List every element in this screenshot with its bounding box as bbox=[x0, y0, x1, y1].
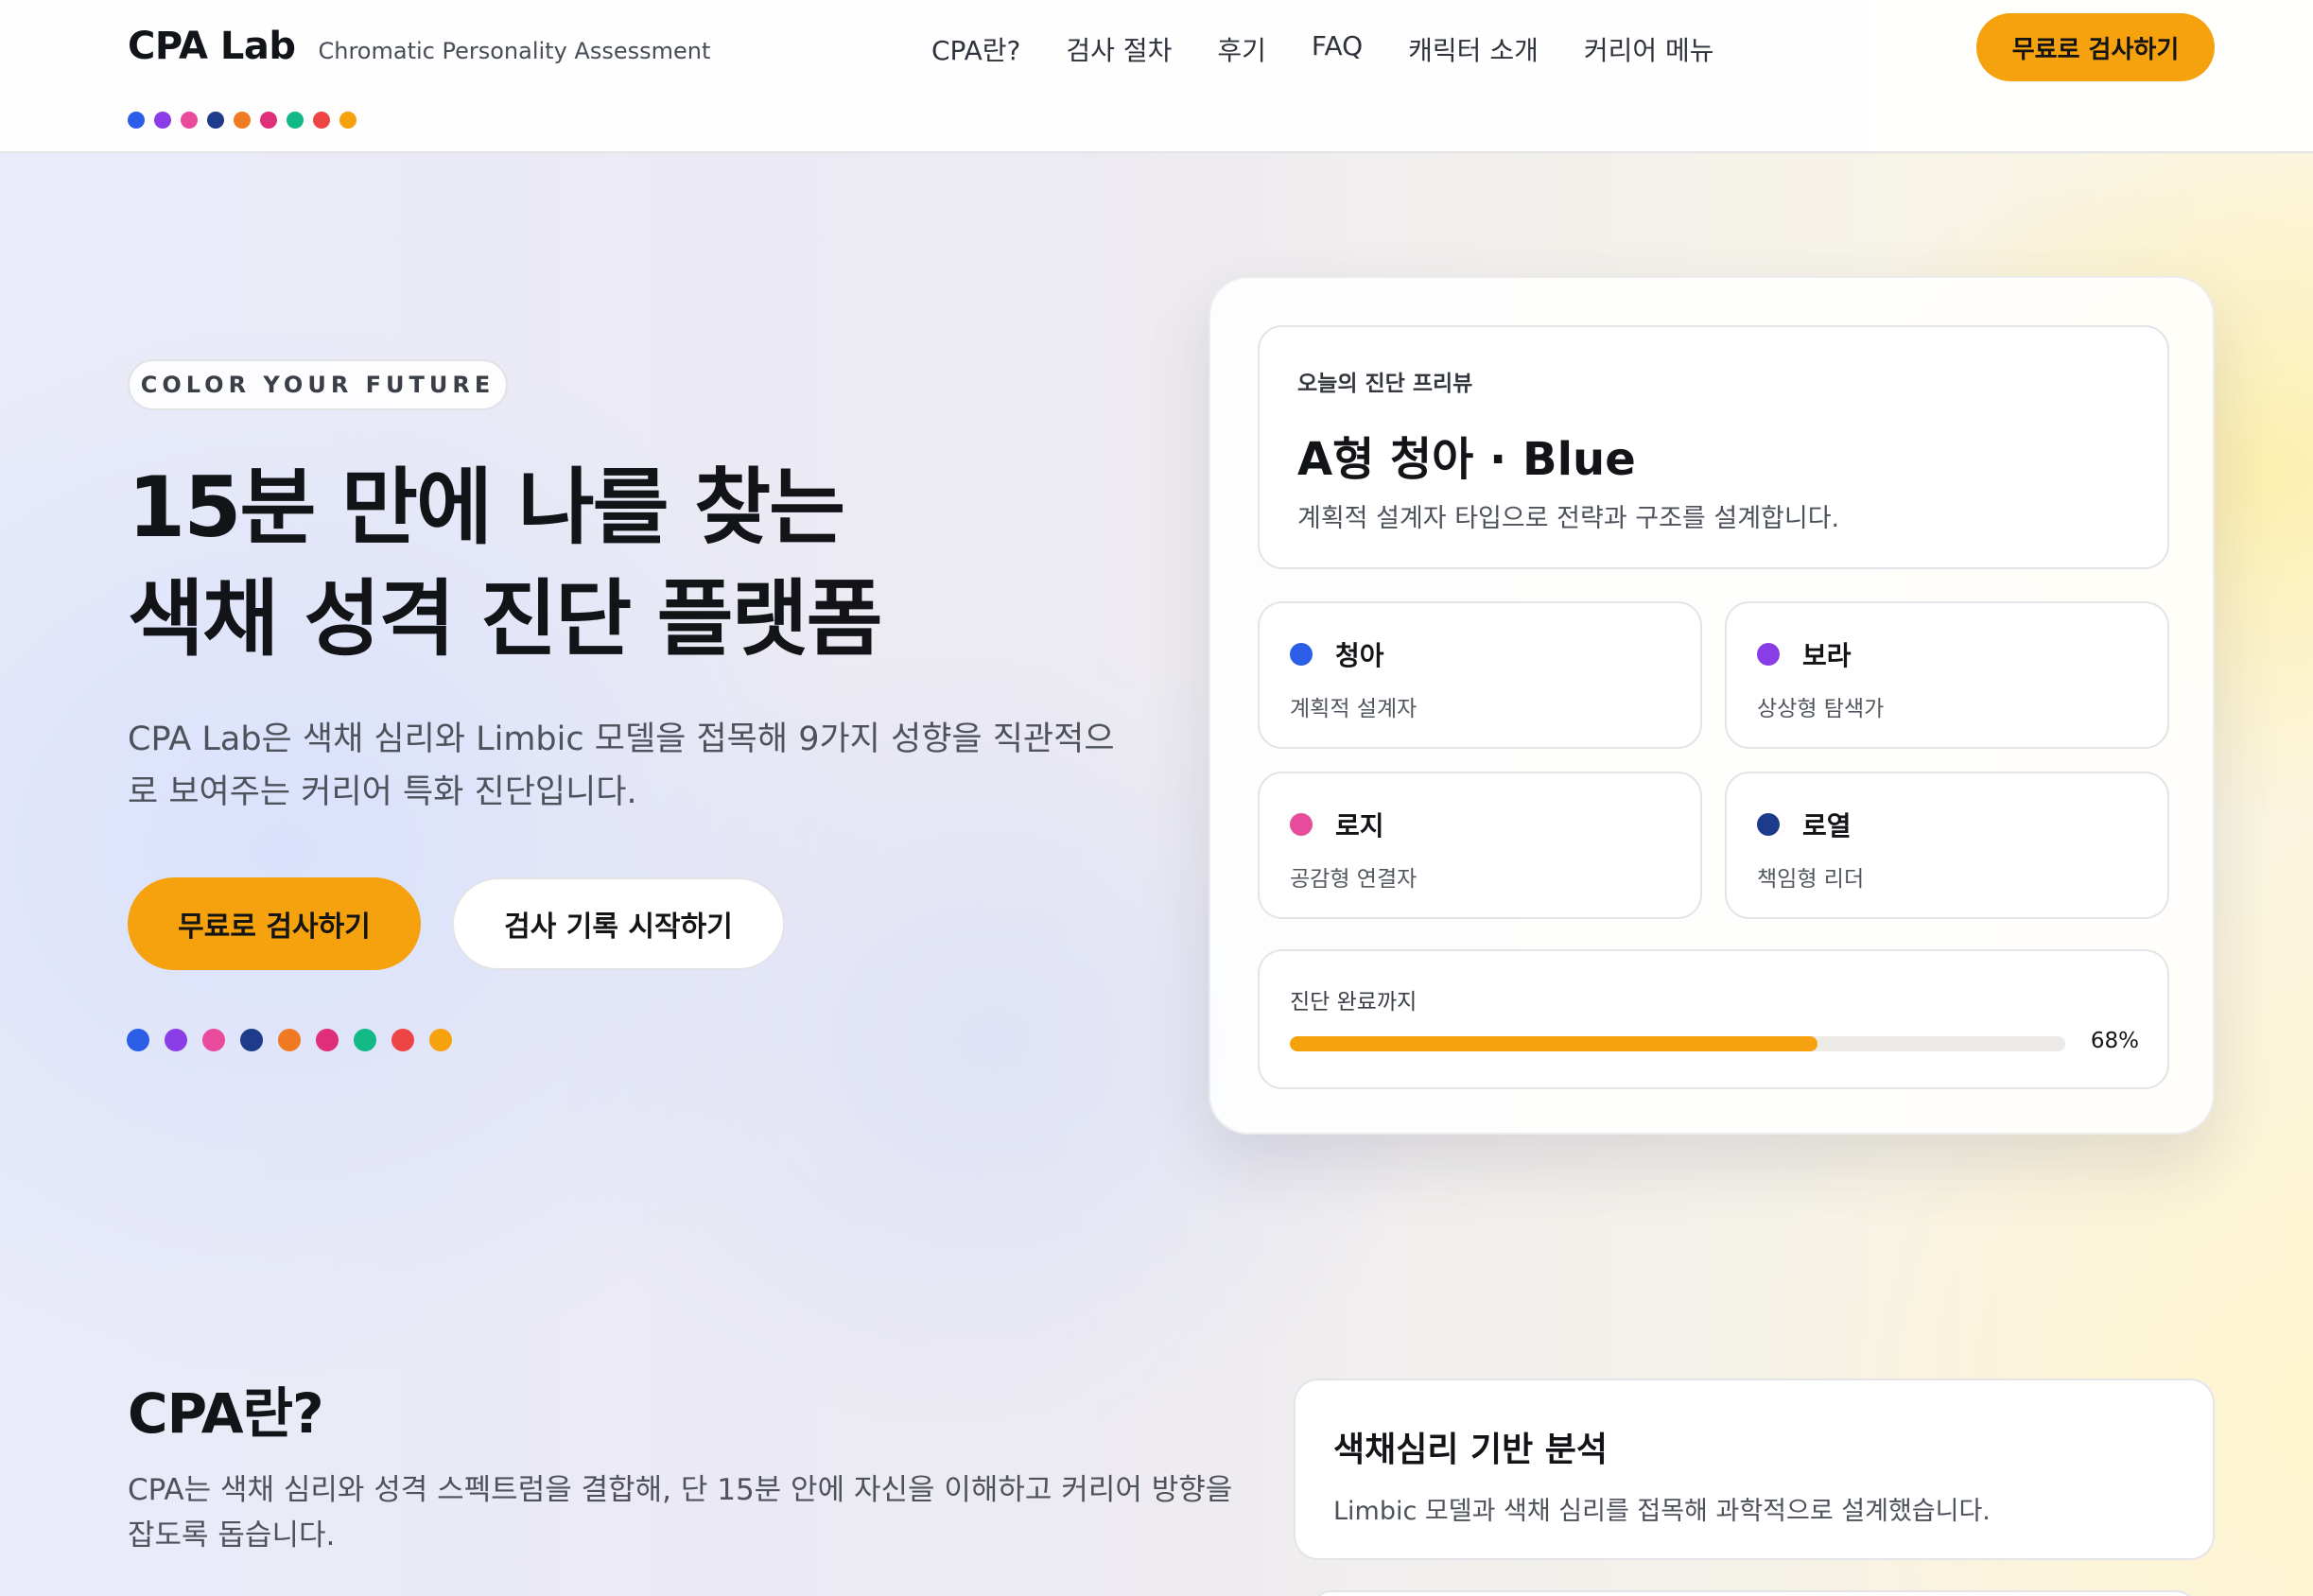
free-test-button[interactable]: 무료로 검사하기 bbox=[128, 877, 421, 970]
color-dot bbox=[354, 1029, 376, 1051]
brand[interactable]: CPA Lab Chromatic Personality Assessment bbox=[128, 25, 710, 68]
nav-item-characters[interactable]: 캐릭터 소개 bbox=[1408, 30, 1539, 68]
brand-name[interactable]: CPA Lab bbox=[128, 25, 296, 68]
brand-color-dots bbox=[128, 112, 357, 129]
nav-item-faq[interactable]: FAQ bbox=[1312, 30, 1363, 68]
color-dot bbox=[202, 1029, 225, 1051]
type-role: 공감형 연결자 bbox=[1290, 867, 1417, 892]
type-role: 상상형 탐색가 bbox=[1757, 697, 1885, 721]
color-dot bbox=[1290, 643, 1313, 666]
progress-bar bbox=[1290, 1036, 2065, 1051]
about-description: CPA는 색채 심리와 성격 스펙트럼을 결합해, 단 15분 안에 자신을 이… bbox=[128, 1473, 1233, 1553]
color-dot bbox=[313, 112, 330, 129]
color-dot bbox=[429, 1029, 452, 1051]
color-dot bbox=[1757, 643, 1780, 666]
hero-title-line-2: 색채 성격 진단 플랫폼 bbox=[128, 570, 883, 668]
type-card-rosy[interactable]: 로지 공감형 연결자 bbox=[1258, 772, 1702, 919]
site-header: CPA Lab Chromatic Personality Assessment… bbox=[0, 0, 2313, 153]
feature-card bbox=[1313, 1590, 2196, 1596]
type-role: 계획적 설계자 bbox=[1290, 697, 1417, 721]
type-name: 보라 bbox=[1802, 640, 1852, 671]
color-dot bbox=[181, 112, 198, 129]
main-nav: CPA란? 검사 절차 후기 FAQ 캐릭터 소개 커리어 메뉴 bbox=[931, 30, 1714, 68]
brand-subtitle: Chromatic Personality Assessment bbox=[318, 38, 711, 64]
color-dot bbox=[154, 112, 171, 129]
feature-description: Limbic 모델과 색채 심리를 접목해 과학적으로 설계했습니다. bbox=[1333, 1497, 1991, 1526]
feature-card: 색채심리 기반 분석 Limbic 모델과 색채 심리를 접목해 과학적으로 설… bbox=[1294, 1379, 2215, 1560]
today-preview-card: 오늘의 진단 프리뷰 A형 청아 · Blue 계획적 설계자 타입으로 전략과… bbox=[1258, 325, 2169, 569]
color-dot bbox=[339, 112, 357, 129]
color-dot bbox=[240, 1029, 263, 1051]
nav-item-about[interactable]: CPA란? bbox=[931, 30, 1020, 68]
type-card-cheonga[interactable]: 청아 계획적 설계자 bbox=[1258, 601, 1702, 749]
progress-percent: 68% bbox=[2090, 1029, 2139, 1053]
color-dot bbox=[260, 112, 277, 129]
color-dot bbox=[287, 112, 304, 129]
diagnosis-preview-card: 오늘의 진단 프리뷰 A형 청아 · Blue 계획적 설계자 타입으로 전략과… bbox=[1209, 276, 2215, 1135]
color-dot bbox=[1290, 813, 1313, 836]
tagline-badge: COLOR YOUR FUTURE bbox=[128, 359, 508, 410]
color-dot bbox=[391, 1029, 414, 1051]
nav-item-reviews[interactable]: 후기 bbox=[1217, 30, 1266, 68]
type-card-bora[interactable]: 보라 상상형 탐색가 bbox=[1725, 601, 2169, 749]
about-title: CPA란? bbox=[128, 1381, 324, 1446]
color-dot bbox=[128, 112, 145, 129]
start-record-button[interactable]: 검사 기록 시작하기 bbox=[452, 877, 785, 970]
feature-title: 색채심리 기반 분석 bbox=[1333, 1431, 1609, 1469]
color-dot bbox=[207, 112, 224, 129]
header-free-test-button[interactable]: 무료로 검사하기 bbox=[1976, 13, 2215, 81]
nav-item-career-menu[interactable]: 커리어 메뉴 bbox=[1584, 30, 1714, 68]
type-name: 로열 bbox=[1802, 810, 1852, 841]
preview-title: A형 청아 · Blue bbox=[1297, 433, 1636, 486]
type-name: 청아 bbox=[1335, 640, 1384, 671]
nav-item-procedure[interactable]: 검사 절차 bbox=[1066, 30, 1172, 68]
progress-label: 진단 완료까지 bbox=[1290, 990, 1417, 1015]
hero-color-dots bbox=[127, 1029, 452, 1051]
preview-description: 계획적 설계자 타입으로 전략과 구조를 설계합니다. bbox=[1297, 504, 1840, 533]
color-dot bbox=[316, 1029, 339, 1051]
hero-title-line-1: 15분 만에 나를 찾는 bbox=[128, 459, 845, 556]
color-dot bbox=[234, 112, 251, 129]
progress-fill bbox=[1290, 1036, 1817, 1051]
hero-description: CPA Lab은 색채 심리와 Limbic 모델을 접목해 9가지 성향을 직… bbox=[128, 720, 1115, 811]
hero-title: 15분 만에 나를 찾는 색채 성격 진단 플랫폼 bbox=[128, 452, 1130, 675]
type-card-royal[interactable]: 로열 책임형 리더 bbox=[1725, 772, 2169, 919]
color-dot bbox=[165, 1029, 187, 1051]
color-dot bbox=[278, 1029, 301, 1051]
color-dot bbox=[1757, 813, 1780, 836]
preview-label: 오늘의 진단 프리뷰 bbox=[1297, 372, 1473, 396]
type-name: 로지 bbox=[1335, 810, 1384, 841]
type-role: 책임형 리더 bbox=[1757, 867, 1865, 892]
color-dot bbox=[127, 1029, 149, 1051]
progress-card: 진단 완료까지 68% bbox=[1258, 949, 2169, 1089]
